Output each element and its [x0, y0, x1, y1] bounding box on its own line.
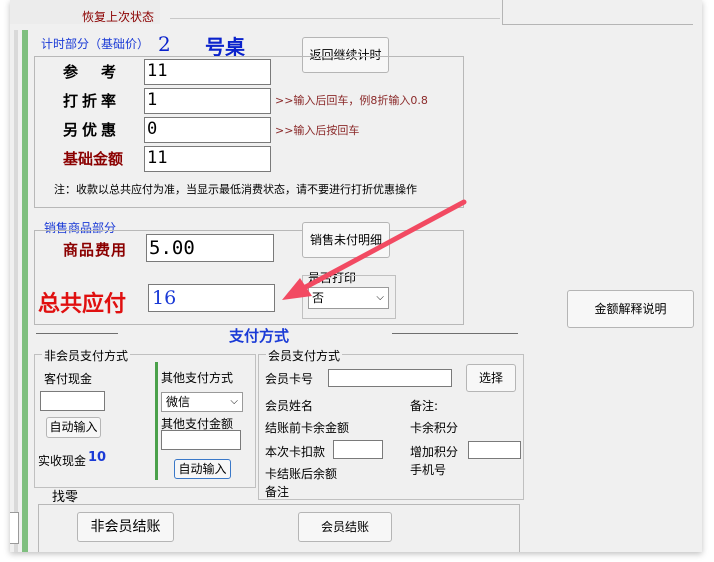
checkout-window: 恢复上次状态 计时部分（基础价） 2 号桌 返回继续计时 参 考 11 打折率 … [10, 0, 702, 552]
annotation-arrow-icon [282, 199, 467, 300]
